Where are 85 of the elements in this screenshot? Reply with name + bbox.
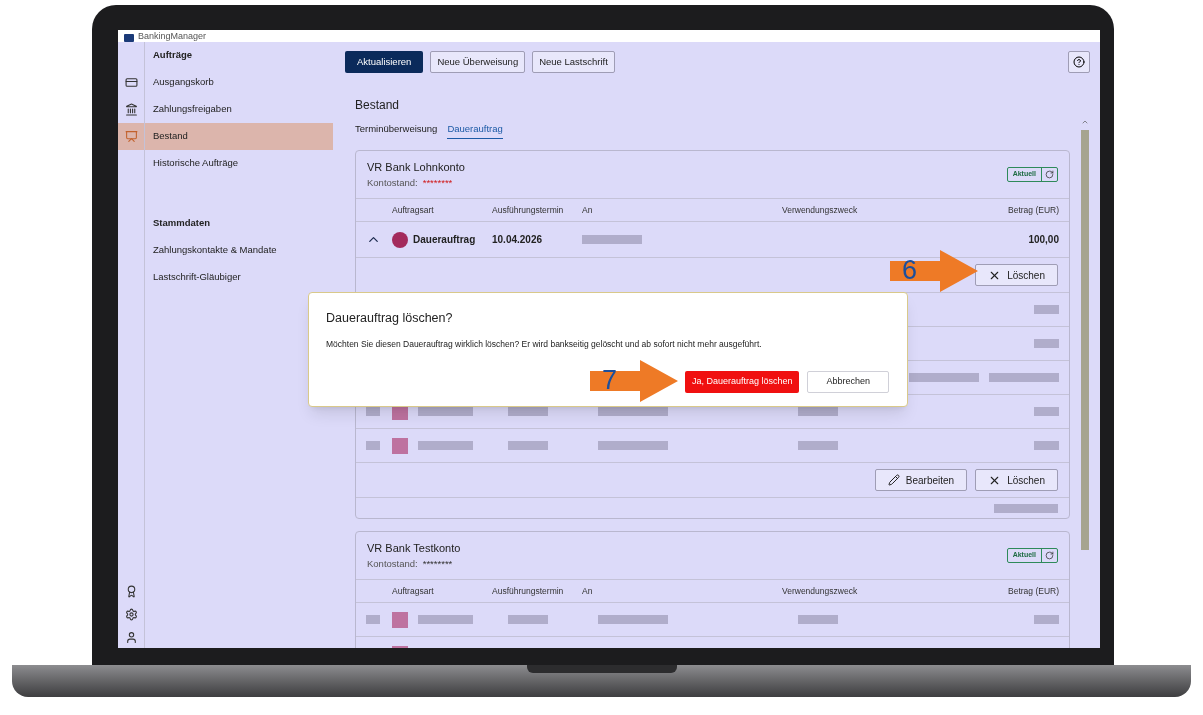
blurred-text <box>508 441 548 450</box>
nav-item[interactable]: Lastschrift-Gläubiger <box>145 264 333 291</box>
column-header: Betrag (EUR) <box>1008 584 1059 598</box>
nav-item[interactable]: Zahlungsfreigaben <box>145 96 333 123</box>
nav-item[interactable]: Bestand <box>145 123 333 150</box>
board-icon <box>124 130 138 143</box>
dialog-title: Dauerauftrag löschen? <box>326 310 454 327</box>
settings-icon[interactable] <box>124 608 138 621</box>
blurred-text <box>366 407 380 416</box>
nav-item[interactable]: Historische Aufträge <box>145 150 333 177</box>
blurred-text <box>598 615 668 624</box>
window-title: BankingManager <box>138 31 207 42</box>
balance-value: ******** <box>422 556 453 571</box>
blurred-text <box>418 407 473 416</box>
column-header: An <box>582 203 594 217</box>
column-header: Verwendungszweck <box>782 584 859 598</box>
nav-item[interactable]: Zahlungskontakte & Mandate <box>145 237 333 264</box>
app-logo-icon <box>124 34 134 42</box>
blurred-text <box>1034 441 1059 450</box>
refresh-button[interactable]: Aktualisieren <box>345 51 424 73</box>
blurred-text <box>366 441 380 450</box>
amount: 100,00 <box>1028 233 1059 247</box>
order-type-icon <box>392 437 408 454</box>
toolbar-button[interactable]: Neue Lastschrift <box>532 51 615 73</box>
refresh-icon <box>1045 170 1054 179</box>
blurred-text <box>1034 339 1059 348</box>
column-header: Ausführungstermin <box>492 203 565 217</box>
blurred-text <box>994 503 1058 513</box>
column-header: An <box>582 584 594 598</box>
blurred-text <box>508 407 548 416</box>
column-header: Verwendungszweck <box>782 203 859 217</box>
blurred-text <box>1034 305 1059 314</box>
account-name: VR Bank Lohnkonto <box>367 160 465 176</box>
blurred-text <box>989 373 1059 382</box>
edit-button[interactable]: Bearbeiten <box>874 469 968 491</box>
step-number: 7 <box>602 364 618 397</box>
card-icon <box>124 76 138 89</box>
blurred-text <box>366 615 380 624</box>
help-icon <box>1073 56 1085 68</box>
delete-button[interactable]: Löschen <box>975 469 1058 491</box>
scrollbar[interactable] <box>1081 130 1089 550</box>
tab[interactable]: Dauerauftrag <box>447 122 503 140</box>
blurred-text <box>909 373 979 382</box>
help-button[interactable] <box>1068 51 1090 73</box>
cancel-button[interactable]: Abbrechen <box>807 370 889 393</box>
tab[interactable]: Terminüberweisung <box>355 122 438 139</box>
bank-icon <box>124 103 138 116</box>
blurred-text <box>418 441 473 450</box>
nav-item[interactable]: Ausgangskorb <box>145 69 333 96</box>
order-type-icon <box>392 231 408 248</box>
refresh-icon <box>1045 551 1054 560</box>
confirm-delete-button[interactable]: Ja, Dauerauftrag löschen <box>684 370 800 393</box>
column-header: Ausführungstermin <box>492 584 565 598</box>
blurred-text <box>798 441 838 450</box>
blurred-text <box>1034 407 1059 416</box>
column-header: Betrag (EUR) <box>1008 203 1059 217</box>
blurred-text <box>598 441 668 450</box>
column-header: Auftragsart <box>391 203 435 217</box>
blurred-text <box>798 615 838 624</box>
toolbar-button[interactable]: Neue Überweisung <box>430 51 526 73</box>
account-name: VR Bank Testkonto <box>367 541 461 557</box>
blurred-text <box>1034 615 1059 624</box>
blurred-text <box>508 615 548 624</box>
section-heading: Aufträge <box>153 48 193 63</box>
page-heading: Bestand <box>355 98 400 112</box>
scroll-up-icon[interactable] <box>1081 118 1089 126</box>
column-header: Auftragsart <box>391 584 435 598</box>
blurred-text <box>582 235 642 244</box>
user-icon[interactable] <box>124 631 138 644</box>
refresh-button[interactable] <box>1041 549 1057 562</box>
execution-date: 10.04.2026 <box>492 233 544 247</box>
pencil-icon <box>887 474 900 486</box>
balance-label: Kontostand: <box>367 175 418 190</box>
delete-button[interactable]: Löschen <box>975 264 1058 286</box>
section-heading: Stammdaten <box>153 216 210 231</box>
blurred-text <box>418 615 473 624</box>
balance-value: ******** <box>422 175 453 190</box>
order-type-icon <box>392 611 408 628</box>
step-number: 6 <box>902 254 918 287</box>
order-type: Dauerauftrag <box>413 233 476 247</box>
dialog-message: Möchten Sie diesen Dauerauftrag wirklich löschen? Er wird bankseitig gelöscht und ab sofort nicht mehr ausgeführt. <box>326 337 763 351</box>
blurred-text <box>798 407 838 416</box>
refresh-button[interactable] <box>1041 168 1057 181</box>
balance-label: Kontostand: <box>367 556 418 571</box>
blurred-text <box>598 407 668 416</box>
